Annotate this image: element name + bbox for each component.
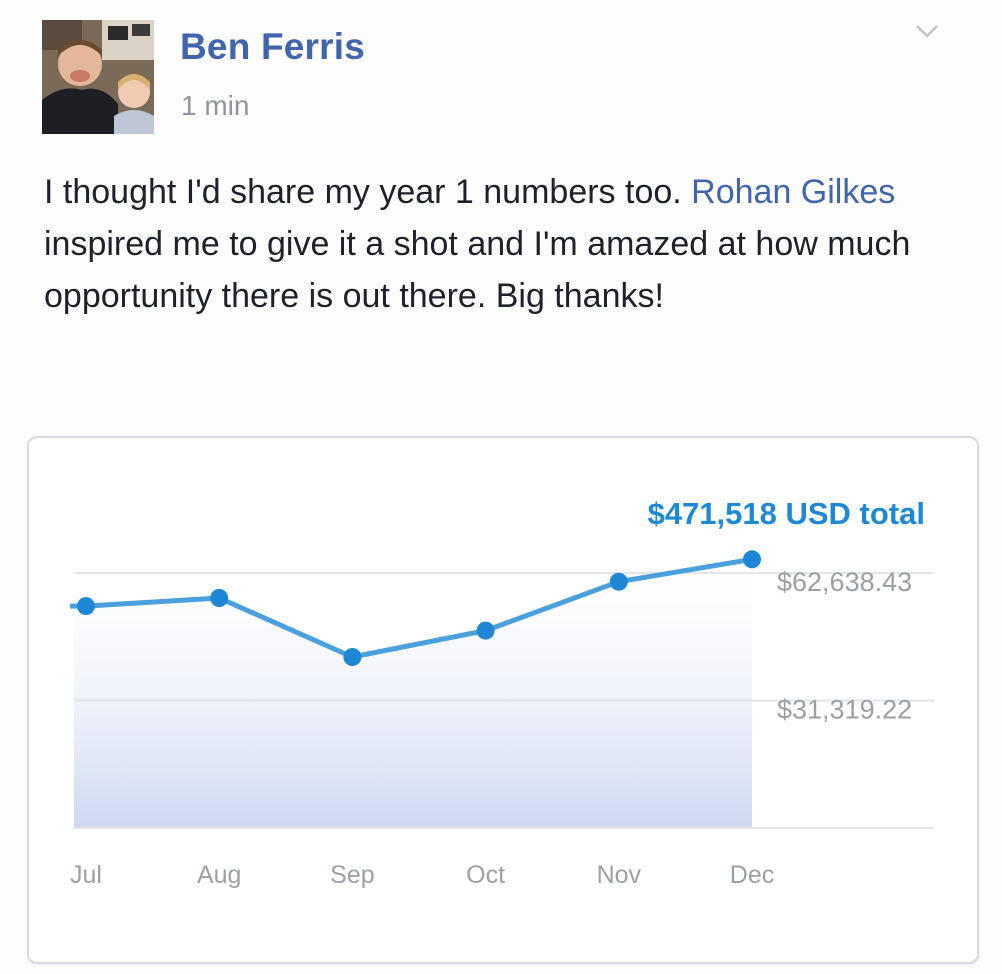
post-text-start: I thought I'd share my year 1 numbers to… — [44, 173, 692, 211]
data-point — [609, 572, 628, 591]
post-menu-button[interactable] — [910, 18, 944, 42]
x-tick-label: Sep — [330, 861, 374, 889]
data-point — [77, 597, 95, 616]
y-tick-label: $31,319.22 — [777, 695, 912, 725]
data-point — [743, 550, 761, 569]
x-tick-label: Aug — [197, 861, 241, 889]
x-tick-label: Nov — [597, 861, 642, 889]
data-point — [210, 589, 229, 607]
post-timestamp[interactable]: 1 min — [181, 90, 249, 122]
post-card: Ben Ferris 1 min I thought I'd share my … — [0, 0, 1002, 974]
profile-photo-icon — [42, 20, 154, 134]
earnings-chart-card: $471,518 USD total $62,638.43 $31,319.22 J… — [27, 436, 979, 964]
avatar[interactable] — [42, 20, 154, 134]
post-text: I thought I'd share my year 1 numbers to… — [44, 166, 944, 322]
chevron-down-icon — [916, 25, 938, 38]
earnings-line-chart: $62,638.43 $31,319.22 Jul Aug Sep Oct Nov Dec — [70, 550, 934, 889]
y-tick-label: $62,638.43 — [777, 567, 912, 597]
x-tick-label: Jul — [70, 861, 102, 889]
x-tick-label: Oct — [466, 861, 505, 889]
author-name[interactable]: Ben Ferris — [180, 26, 365, 68]
x-tick-label: Dec — [730, 861, 774, 889]
data-point — [476, 621, 495, 640]
mention-link[interactable]: Rohan Gilkes — [691, 173, 895, 211]
post-text-end: inspired me to give it a shot and I'm am… — [44, 225, 911, 315]
data-point — [343, 648, 362, 666]
